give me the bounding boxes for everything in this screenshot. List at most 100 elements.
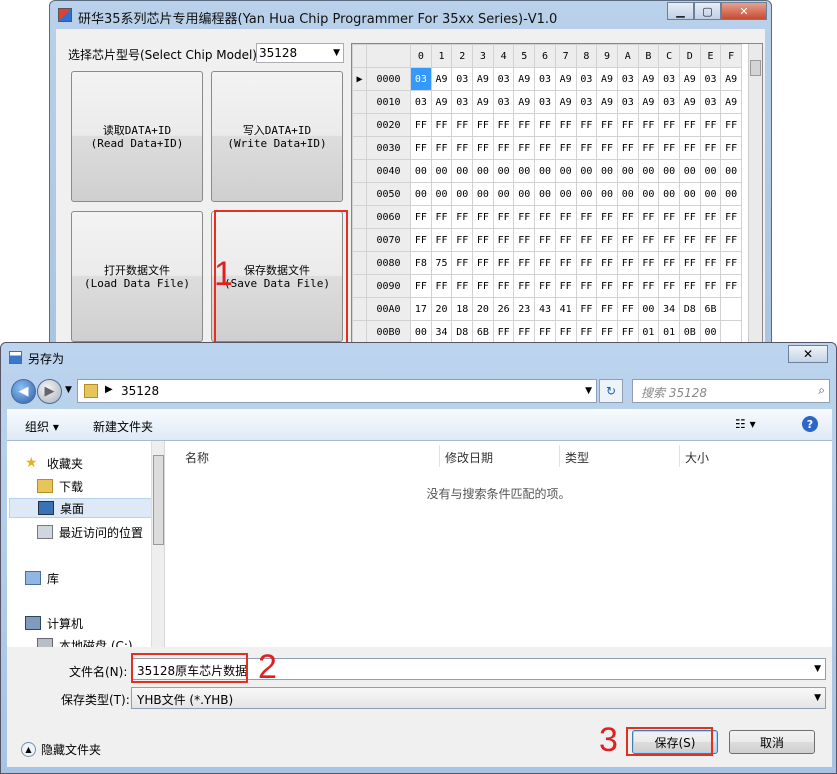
hex-data-grid[interactable]: 0123456789ABCDEF ▶ 0000 03 A9 03 A9 03 A9 03 A9 03… xyxy=(351,43,763,349)
column-header-type[interactable]: 类型 xyxy=(565,449,589,466)
hex-cell[interactable]: 03 xyxy=(658,67,680,91)
hex-cell[interactable]: 00 xyxy=(513,159,536,183)
hex-cell[interactable]: FF xyxy=(430,113,453,137)
hex-cell[interactable]: FF xyxy=(554,251,577,275)
search-icon[interactable]: ⌕ xyxy=(818,383,825,398)
hex-row[interactable]: 0090 FF FF FF FF FF FF FF FF FF FF FF FF FF FF FF FF xyxy=(352,274,742,298)
hex-cell[interactable]: FF xyxy=(596,297,618,321)
hex-cell[interactable]: 00 xyxy=(410,159,432,183)
hex-cell[interactable]: 00 xyxy=(637,159,660,183)
organize-menu[interactable]: 组织 ▾ xyxy=(25,418,59,435)
address-bar[interactable]: ▶ 35128 ▼ xyxy=(77,379,597,403)
hex-cell[interactable]: 00 xyxy=(658,159,680,183)
hex-cell[interactable]: FF xyxy=(472,274,494,298)
hex-cell[interactable]: 03 xyxy=(534,90,556,114)
hex-cell[interactable]: A9 xyxy=(554,90,577,114)
hex-cell[interactable]: 03 xyxy=(575,67,598,91)
hex-cell[interactable]: FF xyxy=(513,320,536,344)
hex-row[interactable]: ▶ 0000 03 A9 03 A9 03 A9 03 A9 03 A9 03 A9 03 A9 03 A9 xyxy=(352,67,742,91)
hex-cell[interactable]: A9 xyxy=(720,90,742,114)
load-data-file-button[interactable]: 打开数据文件 (Load Data File) xyxy=(71,211,203,342)
hex-cell[interactable]: FF xyxy=(720,136,742,160)
hex-cell[interactable]: FF xyxy=(554,228,577,252)
hex-cell[interactable]: 00 xyxy=(616,159,639,183)
nav-item-favorites[interactable]: ★ 收藏夹 xyxy=(25,453,164,473)
hex-cell[interactable]: FF xyxy=(575,251,598,275)
hex-cell[interactable]: FF xyxy=(616,228,639,252)
column-header-date-modified[interactable]: 修改日期 xyxy=(445,449,493,466)
hex-cell[interactable]: FF xyxy=(596,274,618,298)
hex-cell[interactable]: 00 xyxy=(430,159,453,183)
close-button[interactable]: ✕ xyxy=(721,2,767,20)
hex-cell[interactable]: A9 xyxy=(596,90,618,114)
hex-cell[interactable]: 34 xyxy=(658,297,680,321)
hex-cell[interactable]: FF xyxy=(575,205,598,229)
hex-cell[interactable]: FF xyxy=(678,228,701,252)
hex-cell[interactable]: FF xyxy=(616,320,639,344)
hex-cell[interactable]: FF xyxy=(492,251,515,275)
hex-cell[interactable]: FF xyxy=(596,228,618,252)
search-input[interactable]: 搜索 35128 ⌕ xyxy=(632,379,830,403)
hex-cell[interactable]: D8 xyxy=(451,320,474,344)
hex-cell[interactable]: FF xyxy=(451,274,474,298)
file-list-pane[interactable]: 名称 修改日期 类型 大小 没有与搜索条件匹配的项。 xyxy=(165,441,832,647)
hex-cell[interactable]: FF xyxy=(699,274,722,298)
hex-cell[interactable]: 00 xyxy=(451,182,474,206)
hex-cell[interactable]: 01 xyxy=(637,320,660,344)
history-dropdown-icon[interactable]: ▼ xyxy=(65,385,72,395)
hex-cell[interactable]: FF xyxy=(451,228,474,252)
breadcrumb-separator-icon[interactable]: ▶ xyxy=(105,384,113,395)
hex-cell[interactable]: FF xyxy=(637,251,660,275)
hex-cell[interactable]: 01 xyxy=(658,320,680,344)
hex-row[interactable]: 0040 00 00 00 00 00 00 00 00 00 00 00 00 00 00 00 00 xyxy=(352,159,742,183)
hex-cell[interactable]: 34 xyxy=(430,320,453,344)
nav-item-recent-places[interactable]: 最近访问的位置 xyxy=(37,522,164,542)
hex-cell[interactable]: FF xyxy=(575,113,598,137)
hex-cell[interactable]: A9 xyxy=(637,90,660,114)
hex-cell[interactable]: 00 xyxy=(720,182,742,206)
hex-cell[interactable]: FF xyxy=(430,228,453,252)
hex-cell[interactable]: 0B xyxy=(678,320,701,344)
hex-cell[interactable]: A9 xyxy=(678,67,701,91)
nav-scrollbar[interactable] xyxy=(151,441,164,647)
hex-cell[interactable]: 00 xyxy=(430,182,453,206)
hex-cell[interactable]: FF xyxy=(637,228,660,252)
hex-cell[interactable] xyxy=(720,297,742,321)
hex-cell[interactable]: FF xyxy=(513,228,536,252)
dialog-close-button[interactable]: ✕ xyxy=(788,345,828,363)
hex-cell[interactable]: FF xyxy=(492,320,515,344)
hex-cell[interactable]: FF xyxy=(492,136,515,160)
hex-cell[interactable]: FF xyxy=(472,113,494,137)
hex-cell[interactable]: FF xyxy=(720,228,742,252)
nav-item-desktop[interactable]: 桌面 xyxy=(9,498,153,518)
hex-cell[interactable]: FF xyxy=(699,251,722,275)
hex-cell[interactable]: 00 xyxy=(596,182,618,206)
hex-cell[interactable]: FF xyxy=(430,205,453,229)
hex-cell[interactable]: 03 xyxy=(410,67,432,91)
hex-cell[interactable]: 00 xyxy=(472,159,494,183)
hex-cell[interactable]: 03 xyxy=(451,90,474,114)
hex-cell[interactable]: FF xyxy=(637,205,660,229)
hex-cell[interactable]: 26 xyxy=(492,297,515,321)
view-options-icon[interactable]: ☷ ▾ xyxy=(735,417,756,431)
hex-cell[interactable]: 17 xyxy=(410,297,432,321)
write-data-button[interactable]: 写入DATA+ID (Write Data+ID) xyxy=(211,71,343,202)
hex-row[interactable]: 0050 00 00 00 00 00 00 00 00 00 00 00 00 00 00 00 00 xyxy=(352,182,742,206)
hex-cell[interactable]: FF xyxy=(575,320,598,344)
hex-cell[interactable]: FF xyxy=(430,136,453,160)
hex-cell[interactable]: A9 xyxy=(513,67,536,91)
hex-cell[interactable]: FF xyxy=(534,205,556,229)
hex-cell[interactable]: 00 xyxy=(720,159,742,183)
hex-cell[interactable]: 03 xyxy=(699,67,722,91)
hex-cell[interactable]: 00 xyxy=(699,182,722,206)
hex-cell[interactable]: FF xyxy=(575,136,598,160)
hex-cell[interactable]: FF xyxy=(451,113,474,137)
minimize-button[interactable]: ▁ xyxy=(667,2,694,20)
hex-cell[interactable]: 00 xyxy=(492,159,515,183)
hex-row[interactable]: 0080 F8 75 FF FF FF FF FF FF FF FF FF FF FF FF FF FF xyxy=(352,251,742,275)
hex-cell[interactable]: FF xyxy=(616,205,639,229)
hex-cell[interactable]: FF xyxy=(616,297,639,321)
hex-cell[interactable]: FF xyxy=(534,113,556,137)
hex-cell[interactable]: FF xyxy=(451,251,474,275)
hex-cell[interactable]: 00 xyxy=(451,159,474,183)
